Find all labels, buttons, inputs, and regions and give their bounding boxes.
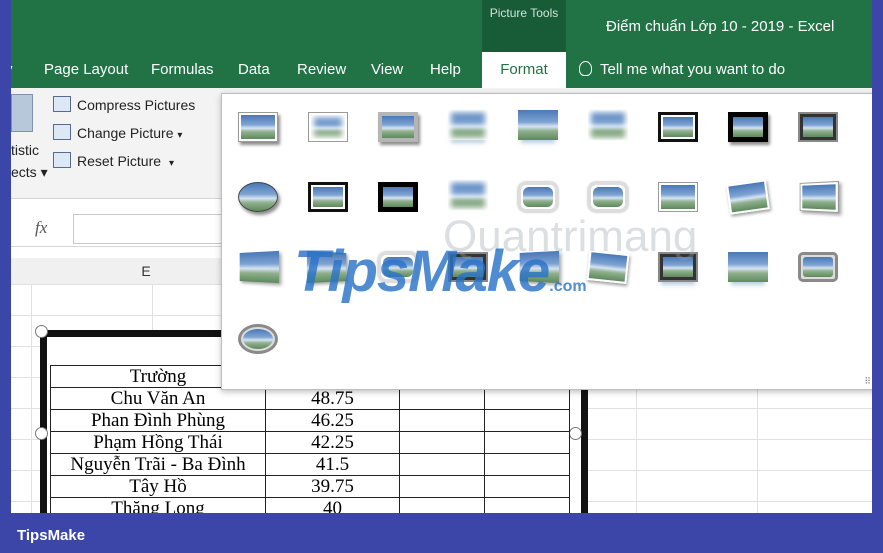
chevron-down-icon: ▾ (168, 158, 174, 169)
compress-label: Compress Pictures (77, 97, 196, 113)
picture-style-rounded-white[interactable] (588, 182, 628, 212)
school-cell: Nguyễn Trãi - Ba Đình (50, 453, 266, 476)
footer-bar: TipsMake (0, 513, 883, 553)
picture-style-metal-rounded[interactable] (728, 252, 768, 282)
tab-formulas[interactable]: Formulas (151, 52, 214, 88)
reset-picture-button[interactable]: Reset Picture ▾ (53, 150, 174, 172)
school-cell: Phan Đình Phùng (50, 409, 266, 432)
watermark-suffix: .com (549, 278, 587, 295)
score-cell: 42.25 (265, 431, 400, 454)
picture-style-rounded-reflection[interactable] (518, 182, 558, 212)
school-cell: Phạm Hồng Thái (50, 431, 266, 454)
compress-pictures-button[interactable]: Compress Pictures (53, 94, 195, 116)
ribbon-tab-bar: v Page Layout Formulas Data Review View … (11, 52, 872, 88)
table-row: Thăng Long 40 (50, 497, 570, 513)
artistic-label-2: ects (11, 164, 37, 180)
picture-style-rotated-white[interactable] (726, 179, 770, 215)
change-label: Change Picture (77, 125, 174, 141)
picture-style-thick-black[interactable] (378, 182, 418, 212)
tab-review[interactable]: Review (297, 52, 346, 88)
artistic-effects-icon (11, 94, 33, 132)
change-picture-button[interactable]: Change Picture ▾ (53, 122, 182, 144)
tab-format[interactable]: Format (482, 52, 566, 88)
school-cell: Chu Văn An (50, 387, 266, 410)
school-cell: Thăng Long (50, 497, 266, 513)
score-cell: 41.5 (265, 453, 400, 476)
table-row: Phan Đình Phùng 46.25 (50, 409, 570, 432)
picture-style-metal-frame[interactable] (308, 182, 348, 212)
picture-style-simple-frame-white[interactable] (238, 112, 278, 142)
tab-data[interactable]: Data (238, 52, 270, 88)
reset-label: Reset Picture (77, 153, 162, 169)
change-picture-icon (53, 124, 71, 140)
tell-me-text: Tell me what you want to do (600, 61, 786, 78)
picture-style-simple-frame-gray[interactable] (378, 112, 418, 142)
picture-style-metal-rounded-2[interactable] (798, 252, 838, 282)
picture-style-metal-oval[interactable] (238, 324, 278, 354)
picture-style-reflected-soft-edge[interactable] (448, 110, 488, 140)
picture-style-soft-edge-rectangle[interactable] (308, 112, 348, 142)
picture-style-soft-top[interactable] (448, 180, 488, 210)
resize-grip-icon[interactable]: ⠿ (864, 376, 871, 387)
fx-icon[interactable]: fx (35, 218, 47, 238)
chevron-down-icon: ▾ (40, 164, 48, 180)
table-row: Chu Văn An 48.75 (50, 387, 570, 410)
compress-icon (53, 96, 71, 112)
picture-style-soft-edge-reflection[interactable] (518, 110, 558, 140)
picture-style-perspective-shadow[interactable] (799, 180, 840, 214)
score-cell: 48.75 (265, 387, 400, 410)
table-row: Phạm Hồng Thái 42.25 (50, 431, 570, 454)
score-cell: 46.25 (265, 409, 400, 432)
resize-handle-top-left[interactable] (35, 325, 48, 338)
score-cell: 39.75 (265, 475, 400, 498)
table-row: Nguyễn Trãi - Ba Đình 41.5 (50, 453, 570, 476)
picture-style-double-frame-black[interactable] (658, 112, 698, 142)
picture-style-perspective-left[interactable] (239, 250, 280, 284)
footer-brand: TipsMake (17, 527, 86, 544)
document-title: Điểm chuẩn Lớp 10 - 2019 - Excel (606, 18, 835, 35)
picture-style-bevel-rectangle[interactable] (798, 112, 838, 142)
chevron-down-icon: ▾ (177, 130, 183, 141)
tab-view-partial[interactable]: v (11, 52, 13, 88)
tipsmake-watermark: TipsMake.com (294, 238, 587, 305)
reset-picture-icon (53, 152, 71, 168)
excel-window: Picture Tools Điểm chuẩn Lớp 10 - 2019 -… (11, 0, 872, 513)
picture-style-soft-edge[interactable] (588, 110, 628, 140)
school-cell: Tây Hồ (50, 475, 266, 498)
picture-style-thick-matte-black[interactable] (728, 112, 768, 142)
picture-style-oval-shadow[interactable] (238, 182, 278, 212)
picture-style-rounded-shadow[interactable] (658, 182, 698, 212)
tab-help[interactable]: Help (430, 52, 461, 88)
resize-handle-right[interactable] (569, 427, 582, 440)
picture-tools-group-label: Picture Tools (482, 0, 566, 52)
watermark-brand: TipsMake (294, 239, 550, 304)
title-bar: Picture Tools Điểm chuẩn Lớp 10 - 2019 -… (11, 0, 872, 52)
tab-view[interactable]: View (371, 52, 403, 88)
score-cell: 40 (265, 497, 400, 513)
tell-me-box[interactable]: Tell me what you want to do (579, 52, 785, 88)
tab-page-layout[interactable]: Page Layout (44, 52, 128, 88)
lightbulb-icon (579, 61, 592, 76)
artistic-label-1: tistic (11, 142, 39, 158)
resize-handle-left[interactable] (35, 427, 48, 440)
table-row: Tây Hồ 39.75 (50, 475, 570, 498)
